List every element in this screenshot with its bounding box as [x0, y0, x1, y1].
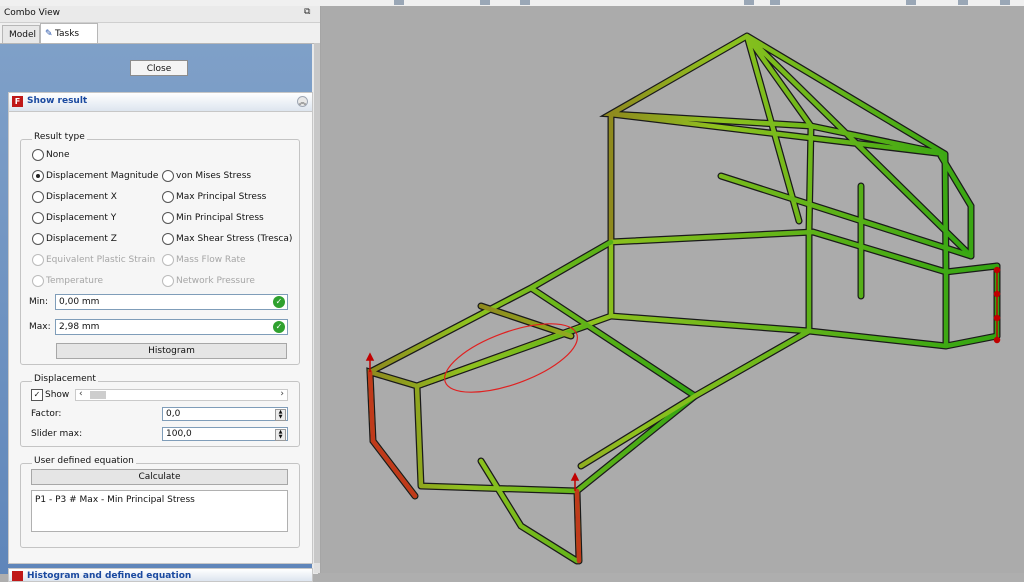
show-label: Show [45, 390, 70, 400]
combo-view-title: Combo View [4, 8, 60, 18]
equation-textarea[interactable]: P1 - P3 # Max - Min Principal Stress [31, 490, 288, 532]
scrollbar-thumb[interactable] [314, 43, 320, 563]
toolbar-icon[interactable] [394, 0, 404, 5]
radio-dot [32, 191, 44, 203]
slider-max-value: 100,0 [166, 429, 192, 439]
radio-dot [162, 233, 174, 245]
collapse-icon[interactable]: ︽ [297, 96, 308, 107]
radio-label: von Mises Stress [176, 171, 252, 181]
spin-arrows-icon[interactable]: ▲ ▼ [275, 429, 286, 441]
radio-label: Displacement Magnitude [46, 171, 159, 181]
combo-view: Combo View ⧉ Model ✎ Tasks Close F Show … [0, 6, 321, 582]
frame-model [365, 32, 1001, 565]
slider-max-label: Slider max: [31, 429, 83, 439]
show-result-panel: F Show result ︽ Result type None Displac… [8, 92, 313, 564]
max-value: 2,98 mm [59, 322, 100, 332]
3d-viewport[interactable] [321, 6, 1024, 573]
radio-label: Network Pressure [176, 276, 255, 286]
radio-dot [162, 275, 174, 287]
spin-arrows-icon[interactable]: ▲ ▼ [275, 409, 286, 421]
load-arrows [365, 266, 1001, 491]
radio-dot [32, 275, 44, 287]
max-field[interactable]: 2,98 mm ✓ [55, 319, 288, 335]
slider-right-arrow-icon[interactable]: › [280, 389, 284, 399]
radio-label: Max Principal Stress [176, 192, 267, 202]
toolbar-icon[interactable] [744, 0, 754, 5]
pencil-icon: ✎ [45, 29, 53, 39]
min-label: Min: [29, 297, 49, 307]
tab-tasks[interactable]: ✎ Tasks [40, 23, 98, 43]
min-value: 0,00 mm [59, 297, 100, 307]
calculate-button[interactable]: Calculate [31, 469, 288, 485]
toolbar-icon[interactable] [906, 0, 916, 5]
factor-spinbox[interactable]: 0,0 ▲ ▼ [162, 407, 288, 421]
radio-label: Equivalent Plastic Strain [46, 255, 156, 265]
fem-result-icon: F [12, 96, 23, 107]
tab-tasks-label: Tasks [55, 29, 80, 39]
toolbar-icon[interactable] [770, 0, 780, 5]
radio-label: Temperature [46, 276, 104, 286]
check-icon: ✓ [273, 321, 285, 333]
radio-dot [32, 254, 44, 266]
min-field[interactable]: 0,00 mm ✓ [55, 294, 288, 310]
radio-dot [162, 170, 174, 182]
toolbar-icon[interactable] [958, 0, 968, 5]
radio-dot [162, 254, 174, 266]
radio-label: Displacement Z [46, 234, 117, 244]
show-result-header[interactable]: F Show result ︽ [9, 93, 312, 112]
slider-left-arrow-icon[interactable]: ‹ [79, 389, 83, 399]
radio-label: Mass Flow Rate [176, 255, 246, 265]
radio-label: Displacement X [46, 192, 117, 202]
displacement-label: Displacement [32, 374, 98, 384]
toolbar-icon[interactable] [480, 0, 490, 5]
tab-model[interactable]: Model [2, 25, 40, 43]
close-button[interactable]: Close [130, 60, 188, 76]
radio-dot [32, 170, 44, 182]
radio-label: Max Shear Stress (Tresca) [176, 234, 293, 244]
show-checkbox[interactable]: ✓ [31, 389, 43, 401]
displacement-slider[interactable]: ‹ › [75, 389, 288, 401]
histogram-panel-header[interactable]: Histogram and defined equation [8, 568, 313, 582]
slider-handle[interactable] [90, 391, 106, 399]
factor-value: 0,0 [166, 409, 181, 419]
factor-label: Factor: [31, 409, 62, 419]
radio-label: Min Principal Stress [176, 213, 264, 223]
slider-max-spinbox[interactable]: 100,0 ▲ ▼ [162, 427, 288, 441]
radio-dot [32, 212, 44, 224]
toolbar-icon[interactable] [520, 0, 530, 5]
tasks-area: Close F Show result ︽ Result type None D… [0, 43, 318, 582]
equation-text: P1 - P3 # Max - Min Principal Stress [35, 495, 195, 505]
radio-label: Displacement Y [46, 213, 117, 223]
tasks-scrollbar[interactable] [314, 43, 320, 573]
radio-dot [162, 191, 174, 203]
undock-icon[interactable]: ⧉ [304, 7, 314, 17]
combo-view-titlebar: Combo View ⧉ [0, 6, 320, 23]
result-type-label: Result type [32, 132, 87, 142]
check-icon: ✓ [273, 296, 285, 308]
radio-dot [32, 233, 44, 245]
max-label: Max: [29, 322, 51, 332]
panel-title: Show result [27, 96, 88, 106]
toolbar-icon[interactable] [1000, 0, 1010, 5]
equation-group-label: User defined equation [32, 456, 136, 466]
histogram-button[interactable]: Histogram [56, 343, 287, 359]
radio-dot [32, 149, 44, 161]
tab-bar: Model ✎ Tasks [0, 23, 320, 43]
radio-label: None [46, 150, 70, 160]
radio-dot [162, 212, 174, 224]
